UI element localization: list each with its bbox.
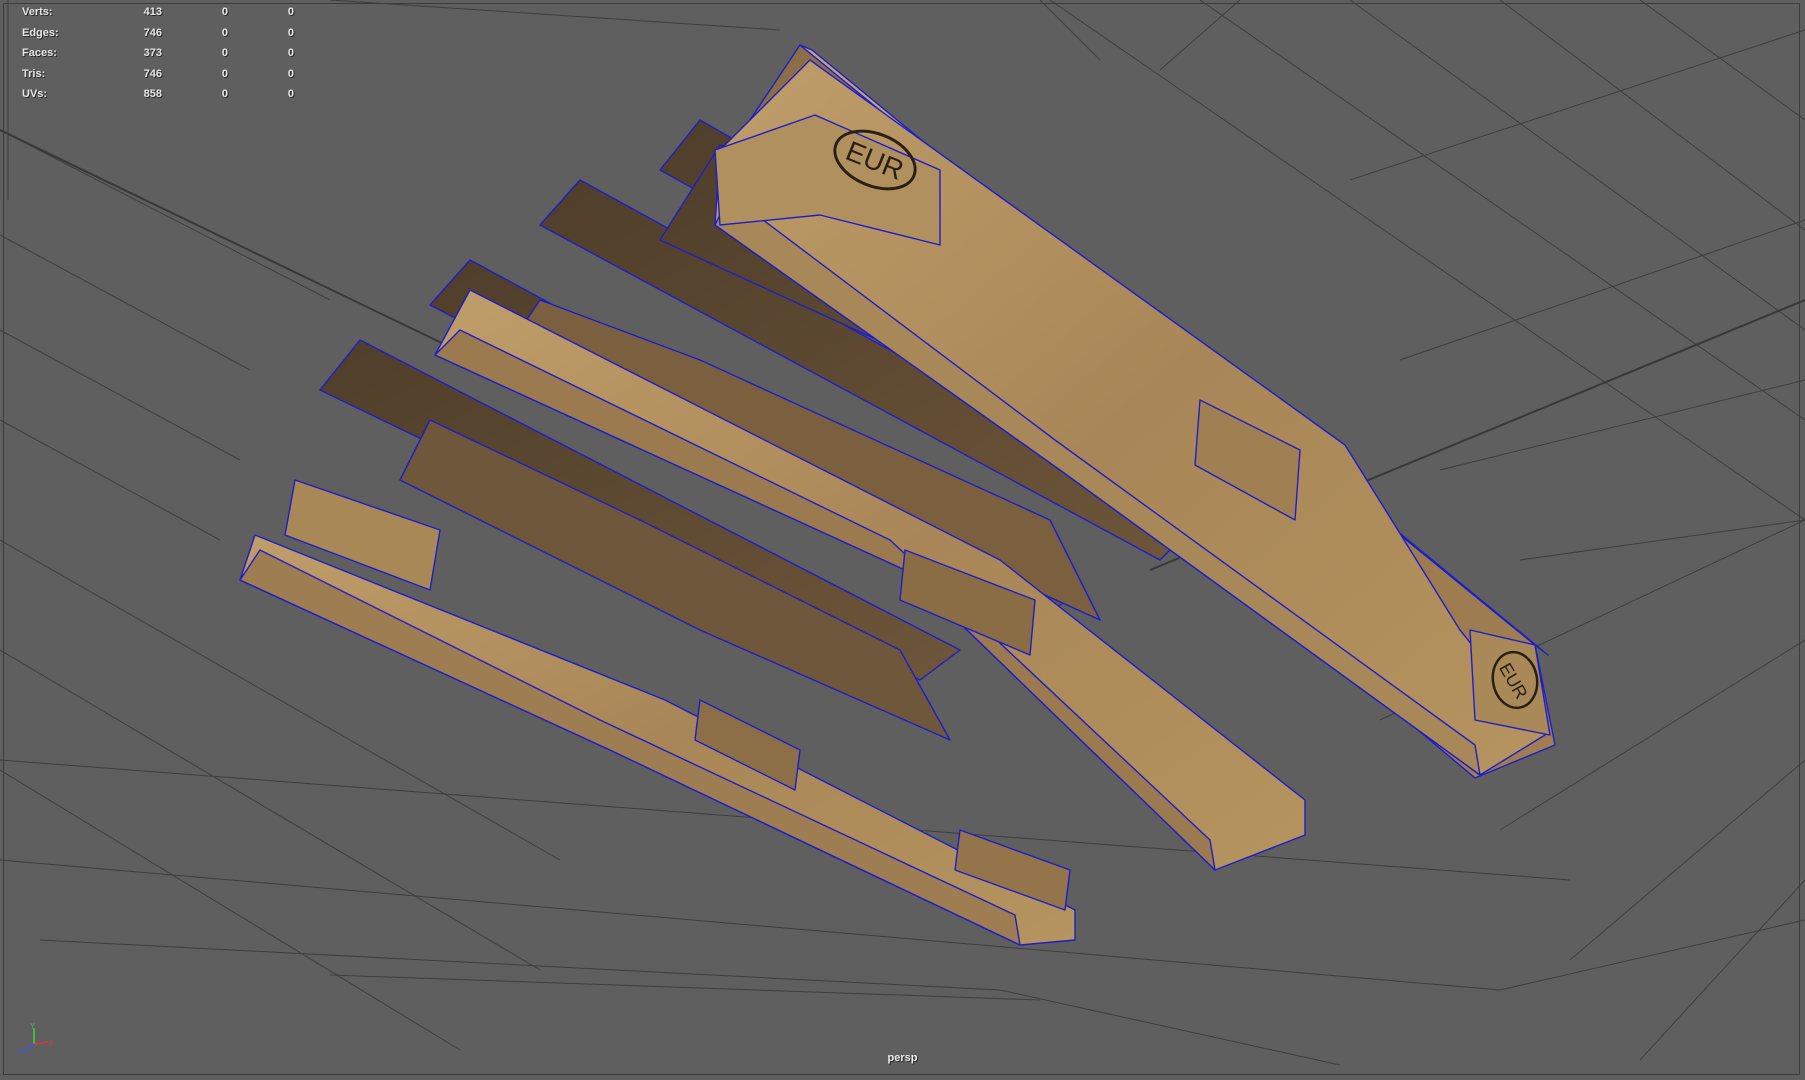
hud-value: 0 <box>287 67 294 80</box>
hud-row-verts: Verts: 413 0 0 <box>22 2 294 23</box>
hud-label: Faces: <box>22 47 57 59</box>
hud-row-faces: Faces: 373 0 0 <box>22 43 294 64</box>
hud-value: 746 <box>143 67 162 80</box>
hud-value: 413 <box>143 6 162 18</box>
x-axis-label: X <box>49 1040 54 1047</box>
hud-row-edges: Edges: 746 0 0 <box>22 23 294 44</box>
y-axis-label: Y <box>30 1023 35 1030</box>
hud-value: 373 <box>143 47 162 59</box>
hud-value: 0 <box>221 6 228 18</box>
hud-value: 0 <box>221 47 228 59</box>
hud-value: 0 <box>287 26 294 39</box>
hud-label: UVs: <box>22 88 48 100</box>
hud-value: 0 <box>287 6 294 18</box>
camera-name-label: persp <box>887 1052 918 1064</box>
x-axis-line <box>33 1041 49 1045</box>
hud-label: Edges: <box>22 26 59 39</box>
z-axis-line <box>23 1043 35 1053</box>
hud-value: 858 <box>143 88 162 100</box>
hud-value: 0 <box>287 47 294 59</box>
poly-count-hud: Verts: 413 0 0 Edges: 746 0 0 Faces: 373… <box>22 2 294 105</box>
hud-label: Tris: <box>22 67 46 80</box>
hud-value: 0 <box>221 88 228 100</box>
scene-canvas[interactable]: EUR EUR <box>0 0 1805 1080</box>
hud-value: 746 <box>143 26 162 39</box>
hud-value: 0 <box>221 26 228 39</box>
hud-value: 0 <box>287 88 294 100</box>
hud-row-uvs: UVs: 858 0 0 <box>22 84 294 105</box>
hud-row-tris: Tris: 746 0 0 <box>22 64 294 85</box>
hud-value: 0 <box>221 67 228 80</box>
perspective-viewport[interactable]: EUR EUR Verts: 413 0 0 Edges: 746 0 0 Fa… <box>0 0 1805 1080</box>
stringer-front-face <box>239 549 1021 946</box>
hud-label: Verts: <box>22 6 53 18</box>
